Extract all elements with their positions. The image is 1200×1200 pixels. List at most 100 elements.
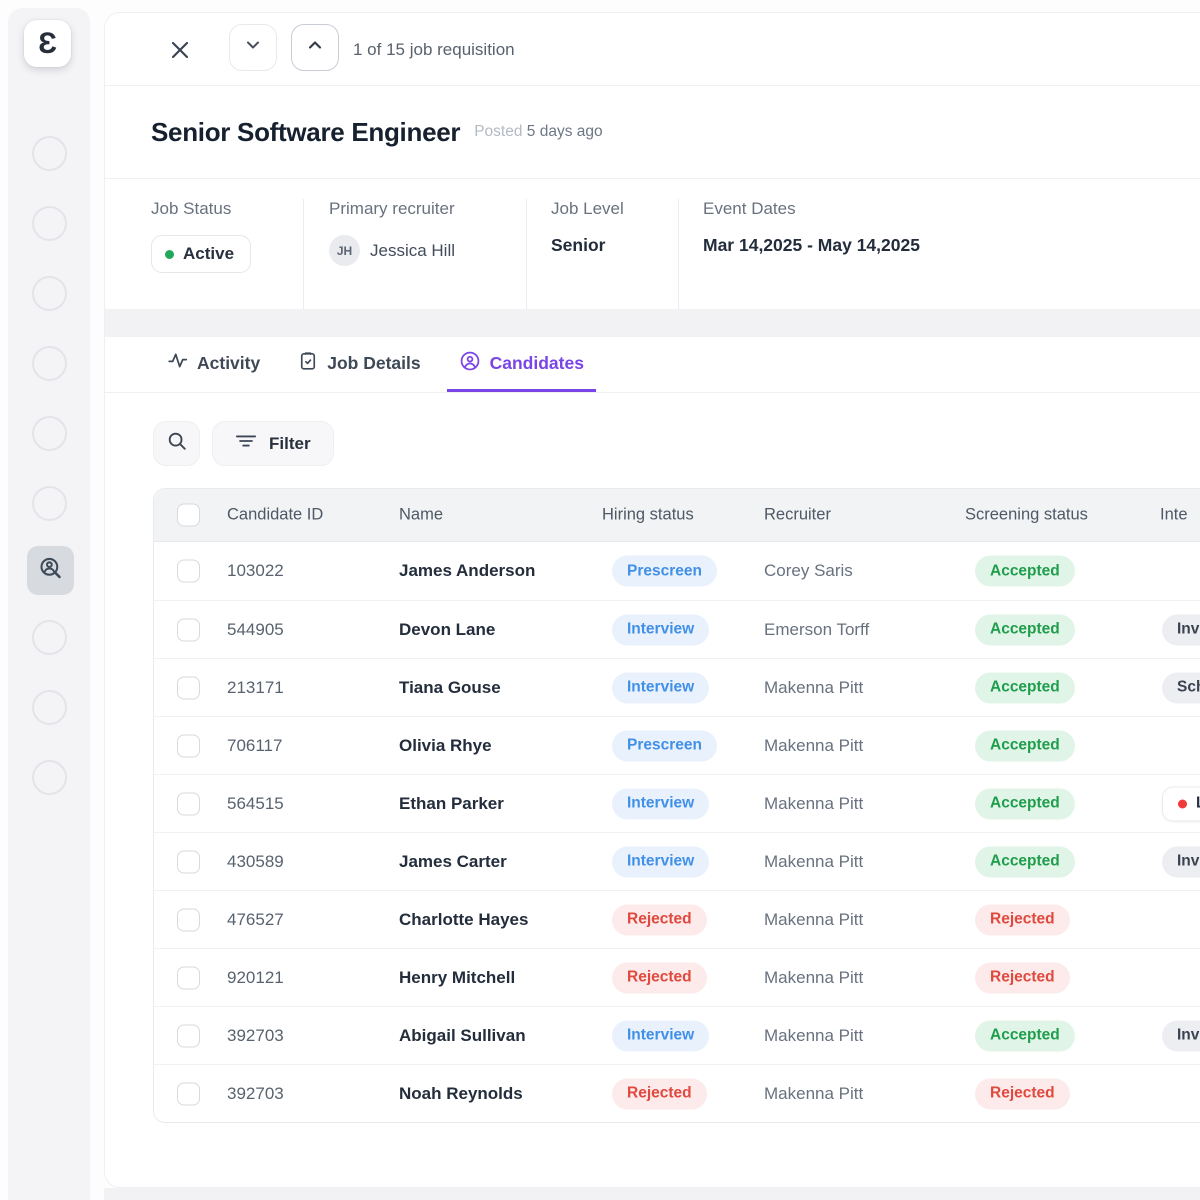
- sidebar-placeholder-circle[interactable]: [32, 136, 67, 171]
- table-row[interactable]: 544905 Devon Lane Interview Emerson Torf…: [154, 600, 1200, 658]
- interview-status-badge: Invi: [1162, 1020, 1200, 1051]
- table-row[interactable]: 920121 Henry Mitchell Rejected Makenna P…: [154, 948, 1200, 1006]
- hiring-status-badge: Interview: [612, 672, 709, 703]
- row-checkbox[interactable]: [177, 966, 200, 989]
- sidebar-item-candidates[interactable]: [27, 546, 74, 595]
- table-body: 103022 James Anderson Prescreen Corey Sa…: [154, 542, 1200, 1122]
- tab-activity[interactable]: Activity: [155, 337, 272, 392]
- row-checkbox[interactable]: [177, 560, 200, 583]
- candidate-name-cell: Noah Reynolds: [399, 1084, 523, 1104]
- posted-label: Posted: [474, 123, 522, 140]
- filter-button[interactable]: Filter: [212, 421, 334, 466]
- row-checkbox[interactable]: [177, 792, 200, 815]
- table-row[interactable]: 564515 Ethan Parker Interview Makenna Pi…: [154, 774, 1200, 832]
- candidate-id-cell: 476527: [227, 910, 284, 930]
- column-header-hiring-status: Hiring status: [602, 506, 694, 525]
- primary-recruiter-name: Jessica Hill: [370, 241, 455, 261]
- candidates-table: Candidate ID Name Hiring status Recruite…: [153, 488, 1200, 1123]
- row-checkbox[interactable]: [177, 676, 200, 699]
- sidebar-placeholder-group-bottom: [8, 620, 90, 795]
- candidate-id-cell: 430589: [227, 852, 284, 872]
- row-checkbox[interactable]: [177, 1024, 200, 1047]
- tab-job-details-label: Job Details: [327, 353, 420, 374]
- close-icon[interactable]: [165, 35, 195, 65]
- sidebar-placeholder-circle[interactable]: [32, 760, 67, 795]
- next-requisition-button[interactable]: [229, 24, 277, 71]
- candidates-toolbar: Filter: [105, 393, 1200, 466]
- hiring-status-badge: Interview: [612, 788, 709, 819]
- row-checkbox[interactable]: [177, 734, 200, 757]
- row-checkbox[interactable]: [177, 908, 200, 931]
- candidate-id-cell: 920121: [227, 968, 284, 988]
- candidate-name-cell: Ethan Parker: [399, 794, 504, 814]
- sidebar-placeholder-circle[interactable]: [32, 486, 67, 521]
- screening-status-badge: Rejected: [975, 904, 1070, 935]
- candidate-name-cell: Abigail Sullivan: [399, 1026, 526, 1046]
- activity-icon: [167, 350, 188, 376]
- sidebar-placeholder-circle[interactable]: [32, 690, 67, 725]
- row-checkbox[interactable]: [177, 1082, 200, 1105]
- row-checkbox[interactable]: [177, 850, 200, 873]
- sidebar-placeholder-circle[interactable]: [32, 620, 67, 655]
- column-header-candidate-id: Candidate ID: [227, 506, 323, 525]
- table-row[interactable]: 706117 Olivia Rhye Prescreen Makenna Pit…: [154, 716, 1200, 774]
- search-icon: [166, 430, 188, 457]
- table-row[interactable]: 103022 James Anderson Prescreen Corey Sa…: [154, 542, 1200, 600]
- screening-status-badge: Rejected: [975, 962, 1070, 993]
- candidate-name-cell: Olivia Rhye: [399, 736, 492, 756]
- candidate-id-cell: 392703: [227, 1026, 284, 1046]
- sidebar-placeholder-group-top: [8, 136, 90, 521]
- table-row[interactable]: 476527 Charlotte Hayes Rejected Makenna …: [154, 890, 1200, 948]
- recruiter-cell: Makenna Pitt: [764, 794, 863, 814]
- recruiter-cell: Makenna Pitt: [764, 1084, 863, 1104]
- filter-lines-icon: [235, 432, 257, 455]
- table-row[interactable]: 392703 Noah Reynolds Rejected Makenna Pi…: [154, 1064, 1200, 1122]
- panel-topbar: 1 of 15 job requisition: [105, 13, 1200, 86]
- sidebar-placeholder-circle[interactable]: [32, 416, 67, 451]
- interview-status-badge: Li: [1162, 786, 1200, 821]
- primary-recruiter-label: Primary recruiter: [329, 199, 526, 219]
- sidebar-placeholder-circle[interactable]: [32, 346, 67, 381]
- search-button[interactable]: [153, 421, 200, 466]
- app-logo[interactable]: Ɛ: [24, 20, 71, 67]
- candidate-name-cell: Tiana Gouse: [399, 678, 501, 698]
- recruiter-cell: Makenna Pitt: [764, 736, 863, 756]
- table-row[interactable]: 392703 Abigail Sullivan Interview Makenn…: [154, 1006, 1200, 1064]
- candidate-name-cell: James Anderson: [399, 561, 535, 581]
- hiring-status-badge: Interview: [612, 846, 709, 877]
- sidebar: [8, 8, 90, 1200]
- candidate-id-cell: 213171: [227, 678, 284, 698]
- tab-candidates[interactable]: Candidates: [447, 337, 596, 392]
- hiring-status-badge: Interview: [612, 1020, 709, 1051]
- person-search-icon: [37, 555, 64, 587]
- recruiter-cell: Makenna Pitt: [764, 852, 863, 872]
- screening-status-badge: Accepted: [975, 672, 1075, 703]
- sidebar-placeholder-circle[interactable]: [32, 276, 67, 311]
- interview-status-badge: Invi: [1162, 846, 1200, 877]
- tab-activity-label: Activity: [197, 353, 260, 374]
- select-all-checkbox[interactable]: [177, 504, 200, 527]
- meta-job-level: Job Level Senior: [526, 199, 678, 309]
- event-dates-value: Mar 14,2025 - May 14,2025: [703, 235, 920, 256]
- screening-status-badge: Accepted: [975, 1020, 1075, 1051]
- screening-status-badge: Accepted: [975, 556, 1075, 587]
- row-checkbox[interactable]: [177, 618, 200, 641]
- candidate-id-cell: 706117: [227, 736, 282, 756]
- previous-requisition-button[interactable]: [291, 24, 339, 71]
- recruiter-cell: Makenna Pitt: [764, 968, 863, 988]
- posted-ago: Posted 5 days ago: [474, 123, 602, 141]
- tab-job-details[interactable]: Job Details: [286, 337, 432, 392]
- screening-status-badge: Accepted: [975, 846, 1075, 877]
- recruiter-cell: Emerson Torff: [764, 620, 869, 640]
- recruiter-cell: Makenna Pitt: [764, 1026, 863, 1046]
- job-requisition-panel: 1 of 15 job requisition Senior Software …: [104, 12, 1200, 1188]
- job-level-value: Senior: [551, 235, 678, 256]
- table-row[interactable]: 430589 James Carter Interview Makenna Pi…: [154, 832, 1200, 890]
- table-row[interactable]: 213171 Tiana Gouse Interview Makenna Pit…: [154, 658, 1200, 716]
- panel-bottom-edge: [104, 1188, 1200, 1200]
- requisition-counter: 1 of 15 job requisition: [353, 13, 515, 86]
- detail-tabs: Activity Job Details Candidates: [105, 337, 1200, 393]
- meta-event-dates: Event Dates Mar 14,2025 - May 14,2025: [678, 199, 920, 309]
- job-level-label: Job Level: [551, 199, 678, 219]
- sidebar-placeholder-circle[interactable]: [32, 206, 67, 241]
